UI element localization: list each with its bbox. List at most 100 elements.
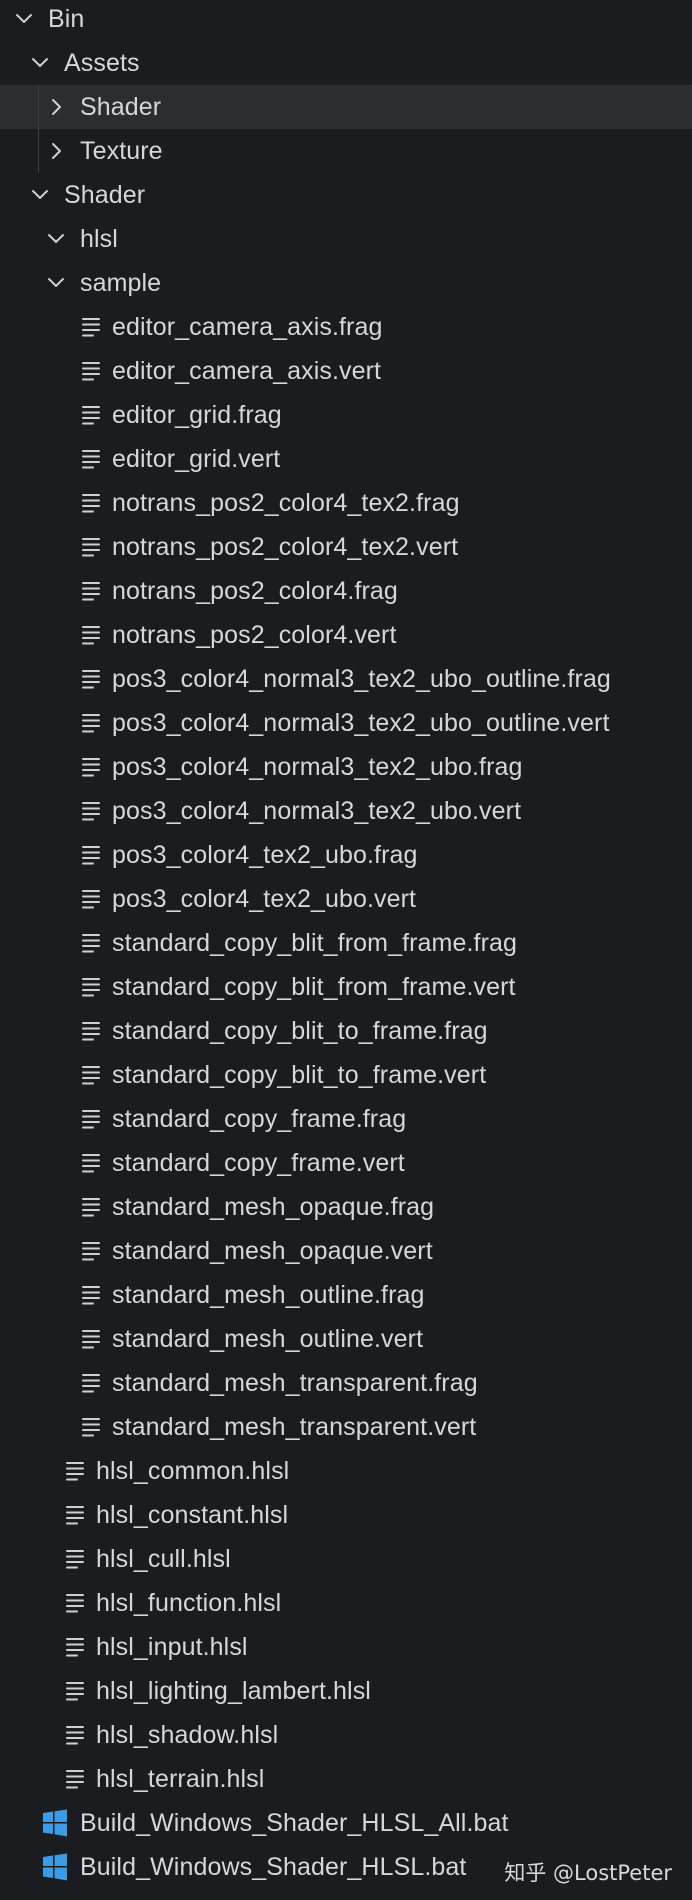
tree-folder-item[interactable]: Bin (0, 0, 692, 41)
tree-folder-item[interactable]: Shader (0, 85, 692, 129)
tree-item-label: hlsl_function.hlsl (96, 1589, 282, 1617)
tree-file-item[interactable]: hlsl_cull.hlsl (0, 1537, 692, 1581)
file-lines-icon (80, 1317, 102, 1361)
tree-file-item[interactable]: notrans_pos2_color4_tex2.vert (0, 525, 692, 569)
chevron-down-icon[interactable] (30, 41, 50, 85)
tree-item-label: editor_camera_axis.vert (112, 357, 382, 385)
tree-file-item[interactable]: standard_copy_blit_to_frame.vert (0, 1053, 692, 1097)
tree-item-label: standard_copy_blit_to_frame.frag (112, 1017, 488, 1045)
tree-file-item[interactable]: standard_mesh_opaque.frag (0, 1185, 692, 1229)
tree-item-label: standard_mesh_outline.vert (112, 1325, 424, 1353)
tree-item-label: Shader (64, 181, 146, 209)
tree-folder-item[interactable]: sample (0, 261, 692, 305)
tree-file-item[interactable]: hlsl_function.hlsl (0, 1581, 692, 1625)
tree-file-item[interactable]: standard_copy_blit_from_frame.vert (0, 965, 692, 1009)
chevron-right-icon[interactable] (46, 129, 66, 173)
tree-item-label: notrans_pos2_color4.frag (112, 577, 398, 605)
tree-file-item[interactable]: standard_mesh_outline.frag (0, 1273, 692, 1317)
tree-file-item[interactable]: pos3_color4_tex2_ubo.frag (0, 833, 692, 877)
tree-item-label: standard_mesh_transparent.frag (112, 1369, 478, 1397)
tree-item-label: hlsl (80, 225, 118, 253)
tree-file-item[interactable]: notrans_pos2_color4.frag (0, 569, 692, 613)
tree-item-label: notrans_pos2_color4_tex2.vert (112, 533, 459, 561)
tree-file-item[interactable]: pos3_color4_normal3_tex2_ubo_outline.fra… (0, 657, 692, 701)
tree-item-label: hlsl_cull.hlsl (96, 1545, 231, 1573)
file-lines-icon (80, 1141, 102, 1185)
file-explorer-tree: Bin Assets Shader Texture Shader hlsl sample ed… (0, 0, 692, 1900)
tree-file-item[interactable]: pos3_color4_normal3_tex2_ubo_outline.ver… (0, 701, 692, 745)
file-lines-icon (80, 1405, 102, 1449)
chevron-right-icon[interactable] (46, 85, 66, 129)
file-lines-icon (80, 1229, 102, 1273)
tree-file-item[interactable]: notrans_pos2_color4.vert (0, 613, 692, 657)
tree-file-item[interactable]: standard_copy_frame.vert (0, 1141, 692, 1185)
tree-file-item[interactable]: hlsl_terrain.hlsl (0, 1757, 692, 1801)
tree-file-item[interactable]: editor_grid.vert (0, 437, 692, 481)
tree-file-item[interactable]: hlsl_input.hlsl (0, 1625, 692, 1669)
tree-file-item[interactable]: standard_mesh_transparent.frag (0, 1361, 692, 1405)
tree-item-label: standard_copy_blit_to_frame.vert (112, 1061, 487, 1089)
tree-item-label: hlsl_lighting_lambert.hlsl (96, 1677, 371, 1705)
tree-file-item[interactable]: pos3_color4_normal3_tex2_ubo.vert (0, 789, 692, 833)
tree-file-item[interactable]: standard_mesh_outline.vert (0, 1317, 692, 1361)
windows-logo-icon (42, 1801, 68, 1845)
chevron-down-icon[interactable] (14, 0, 34, 41)
file-lines-icon (80, 657, 102, 701)
tree-file-item[interactable]: standard_copy_blit_from_frame.frag (0, 921, 692, 965)
tree-file-item[interactable]: standard_copy_blit_to_frame.frag (0, 1009, 692, 1053)
indent-guide (38, 85, 39, 173)
tree-file-item[interactable]: pos3_color4_normal3_tex2_ubo.frag (0, 745, 692, 789)
file-lines-icon (64, 1537, 86, 1581)
file-lines-icon (80, 525, 102, 569)
tree-file-item[interactable]: hlsl_lighting_lambert.hlsl (0, 1669, 692, 1713)
tree-item-label: pos3_color4_normal3_tex2_ubo.frag (112, 753, 523, 781)
tree-file-item[interactable]: hlsl_common.hlsl (0, 1449, 692, 1493)
tree-item-label: standard_mesh_outline.frag (112, 1281, 425, 1309)
file-lines-icon (80, 613, 102, 657)
tree-file-item[interactable]: pos3_color4_tex2_ubo.vert (0, 877, 692, 921)
tree-folder-item[interactable]: Texture (0, 129, 692, 173)
file-lines-icon (80, 833, 102, 877)
tree-item-label: hlsl_constant.hlsl (96, 1501, 289, 1529)
tree-item-label: notrans_pos2_color4_tex2.frag (112, 489, 460, 517)
file-lines-icon (80, 789, 102, 833)
file-lines-icon (80, 1053, 102, 1097)
file-lines-icon (80, 701, 102, 745)
tree-file-item[interactable]: standard_mesh_opaque.vert (0, 1229, 692, 1273)
tree-folder-item[interactable]: Assets (0, 41, 692, 85)
chevron-down-icon[interactable] (46, 261, 66, 305)
tree-item-label: pos3_color4_tex2_ubo.frag (112, 841, 418, 869)
tree-file-item[interactable]: editor_camera_axis.frag (0, 305, 692, 349)
tree-bat-file-item[interactable]: Build_Windows_Shader_HLSL_All.bat (0, 1801, 692, 1845)
tree-file-item[interactable]: standard_copy_frame.frag (0, 1097, 692, 1141)
tree-item-label: pos3_color4_tex2_ubo.vert (112, 885, 417, 913)
file-lines-icon (80, 1273, 102, 1317)
tree-file-item[interactable]: hlsl_shadow.hlsl (0, 1713, 692, 1757)
tree-item-label: standard_copy_frame.frag (112, 1105, 407, 1133)
tree-item-label: standard_mesh_opaque.frag (112, 1193, 435, 1221)
file-lines-icon (80, 481, 102, 525)
tree-file-item[interactable]: notrans_pos2_color4_tex2.frag (0, 481, 692, 525)
file-lines-icon (64, 1449, 86, 1493)
file-lines-icon (80, 965, 102, 1009)
tree-item-label: standard_copy_blit_from_frame.vert (112, 973, 516, 1001)
chevron-down-icon[interactable] (46, 217, 66, 261)
tree-file-item[interactable]: editor_camera_axis.vert (0, 349, 692, 393)
file-lines-icon (64, 1581, 86, 1625)
chevron-down-icon[interactable] (30, 173, 50, 217)
tree-folder-item[interactable]: Shader (0, 173, 692, 217)
tree-file-item[interactable]: editor_grid.frag (0, 393, 692, 437)
tree-item-label: hlsl_input.hlsl (96, 1633, 248, 1661)
tree-file-item[interactable]: hlsl_constant.hlsl (0, 1493, 692, 1537)
tree-item-label: Bin (48, 5, 85, 33)
tree-item-label: editor_camera_axis.frag (112, 313, 383, 341)
file-lines-icon (80, 921, 102, 965)
tree-item-label: Texture (80, 137, 163, 165)
tree-folder-item[interactable]: hlsl (0, 217, 692, 261)
file-lines-icon (64, 1625, 86, 1669)
tree-item-label: Build_Windows_Shader_HLSL.bat (80, 1853, 467, 1881)
tree-item-label: Build_Windows_Shader_HLSL_All.bat (80, 1809, 509, 1837)
tree-item-label: standard_mesh_opaque.vert (112, 1237, 433, 1265)
file-lines-icon (80, 569, 102, 613)
tree-file-item[interactable]: standard_mesh_transparent.vert (0, 1405, 692, 1449)
